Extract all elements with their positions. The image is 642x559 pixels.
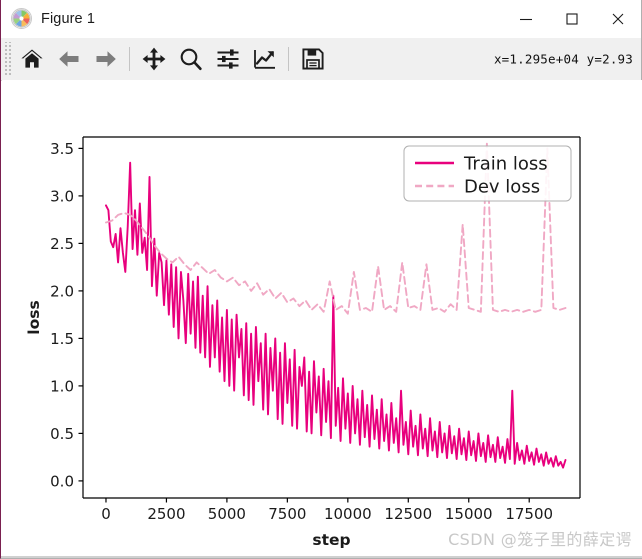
figure-canvas[interactable]: 0 2500 5000 7500 10000 12500 15000 17500 0.0 0.5 1… [2,80,642,557]
x-tick-label: 7500 [268,505,306,523]
legend-label-1: Train loss [463,154,548,175]
x-tick-label: 2500 [147,505,185,523]
y-axis-label: loss [25,300,43,334]
y-tick-label: 1.0 [50,377,74,395]
x-tick-label: 12500 [384,505,432,523]
y-tick-label: 2.5 [50,235,74,253]
floppy-disk-icon [301,48,324,70]
chart-arrow-icon [253,50,275,69]
y-tick-label: 3.0 [50,187,74,205]
sliders-icon [217,49,238,69]
minimize-button[interactable] [503,0,549,37]
navigation-toolbar: x=1.295e+04 y=2.93 [1,38,641,81]
arrow-left-icon [58,51,78,67]
toolbar-separator [129,47,130,71]
window-title: Figure 1 [41,10,95,27]
maximize-button[interactable] [549,0,595,37]
toolbar-separator-2 [288,47,289,71]
x-tick-label: 17500 [505,505,553,523]
title-bar-left: Figure 1 [1,8,95,29]
y-tick-label: 1.5 [50,330,74,348]
window-controls [503,0,641,37]
chart-legend: Train lossDev loss [403,145,572,202]
x-tick-label: 0 [101,505,111,523]
x-axis-label: step [312,531,350,549]
arrow-right-icon [96,51,116,67]
minimize-icon [520,18,532,20]
subplots-button[interactable] [209,40,246,78]
zoom-button[interactable] [172,40,209,78]
y-tick-label: 0.0 [50,472,74,490]
y-tick-label: 0.5 [50,425,74,443]
save-button[interactable] [294,40,331,78]
x-tick-label: 5000 [208,505,246,523]
move-arrows-icon [142,47,165,71]
forward-button[interactable] [87,40,124,78]
home-icon [20,49,43,68]
y-tick-label: 3.5 [50,140,74,158]
close-icon [612,13,624,24]
x-tick-label: 10000 [324,505,372,523]
customize-button[interactable] [246,40,283,78]
legend-label-2: Dev loss [464,177,540,198]
title-bar: Figure 1 [1,0,641,38]
coordinate-readout: x=1.295e+04 y=2.93 [493,51,633,67]
close-button[interactable] [595,0,641,37]
pan-button[interactable] [135,40,172,78]
loss-line-chart: 0 2500 5000 7500 10000 12500 15000 17500 0.0 0.5 1… [25,136,581,549]
back-button[interactable] [50,40,87,78]
y-tick-label: 2.0 [50,282,74,300]
matplotlib-logo-icon [11,8,32,29]
maximize-icon [566,12,578,25]
toolbar-drag-handle[interactable] [3,42,12,76]
figure-window: Figure 1 x=1.295e+04 y=2.93 0 2500 5000 … [0,0,642,559]
csdn-watermark: CSDN @笼子里的薛定谔 [448,530,632,549]
magnifier-icon [180,48,202,71]
x-tick-label: 15000 [445,505,493,523]
home-button[interactable] [13,40,50,78]
status-line [1,556,642,558]
